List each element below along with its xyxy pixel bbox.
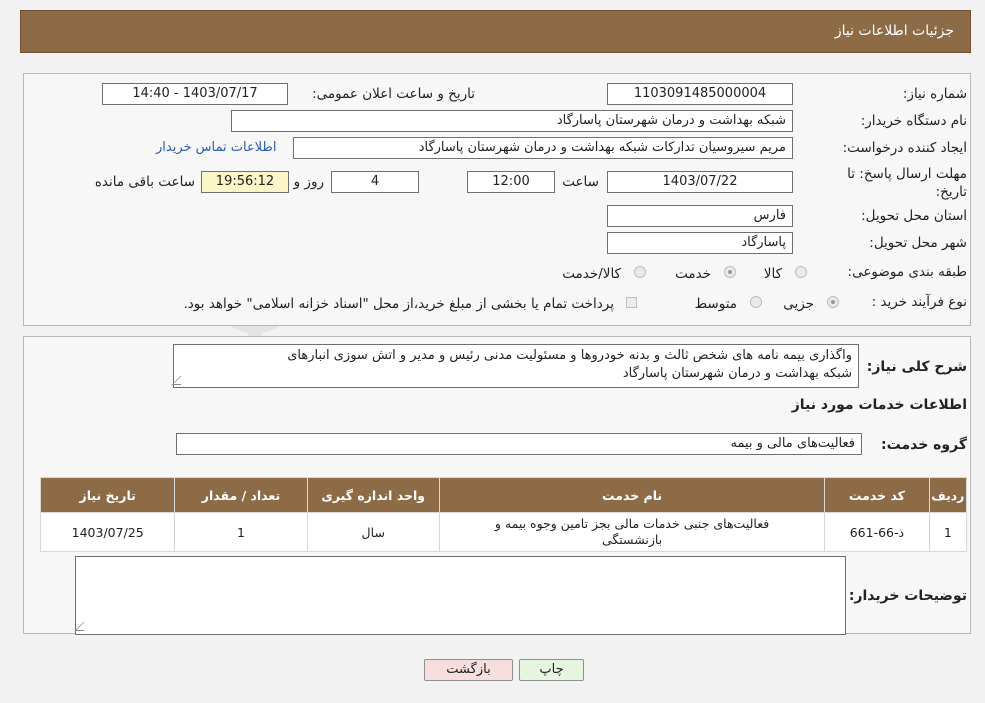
treasury-checkbox[interactable]	[626, 297, 637, 308]
category-label: طبقه بندی موضوعی:	[847, 264, 967, 280]
cell-name-line1: فعالیت‌های جنبی خدمات مالی بجز تامین وجو…	[494, 516, 770, 531]
city-field[interactable]: پاسارگاد	[607, 232, 793, 254]
col-header-date: تاریخ نیاز	[39, 477, 176, 513]
buyer-notes-label: توضیحات خریدار:	[848, 588, 967, 604]
announce-field[interactable]: 1403/07/17 - 14:40	[102, 83, 288, 105]
announce-label: تاریخ و ساعت اعلان عمومی:	[312, 86, 475, 102]
category-option-goods: کالا	[763, 266, 782, 282]
cell-code: ذ-66-661	[824, 512, 930, 552]
days-field[interactable]: 4	[331, 171, 419, 193]
buyer-notes-textarea[interactable]	[74, 556, 846, 635]
cell-name: فعالیت‌های جنبی خدمات مالی بجز تامین وجو…	[438, 512, 826, 552]
summary-text-line1: واگذاری بیمه نامه های شخص ثالث و بدنه خو…	[287, 348, 852, 363]
process-option-minor: جزیی	[783, 296, 814, 312]
process-option-medium: متوسط	[694, 296, 737, 312]
days-label: روز و	[293, 174, 324, 190]
cell-index: 1	[928, 512, 968, 552]
need-number-field[interactable]: 1103091485000004	[607, 83, 793, 105]
deadline-date-field[interactable]: 1403/07/22	[607, 171, 793, 193]
services-table: ردیف کد خدمت نام خدمت واحد اندازه گیری ت…	[39, 477, 968, 552]
table-header-row: ردیف کد خدمت نام خدمت واحد اندازه گیری ت…	[39, 477, 968, 513]
services-heading: اطلاعات خدمات مورد نیاز	[791, 397, 967, 413]
summary-label: شرح کلی نیاز:	[866, 359, 967, 375]
category-radio-service[interactable]	[724, 266, 736, 278]
treasury-note: پرداخت تمام یا بخشی از مبلغ خرید،از محل …	[183, 296, 614, 312]
col-header-qty: تعداد / مقدار	[174, 477, 308, 513]
print-button[interactable]: چاپ	[519, 659, 584, 681]
deadline-label-line1: مهلت ارسال پاسخ: تا	[847, 166, 967, 182]
province-field[interactable]: فارس	[607, 205, 793, 227]
table-row: 1 ذ-66-661 فعالیت‌های جنبی خدمات مالی بج…	[39, 512, 968, 552]
remaining-time-label: ساعت باقی مانده	[94, 174, 195, 190]
cell-date: 1403/07/25	[39, 512, 176, 552]
process-label: نوع فرآیند خرید :	[871, 294, 967, 310]
province-label: استان محل تحویل:	[861, 208, 967, 224]
category-radio-goods[interactable]	[795, 266, 807, 278]
need-number-label: شماره نیاز:	[902, 86, 967, 102]
service-group-field[interactable]: فعالیت‌های مالی و بیمه	[176, 433, 862, 455]
category-option-service: خدمت	[675, 266, 711, 282]
buyer-contact-link[interactable]: اطلاعات تماس خریدار	[156, 140, 276, 155]
deadline-label-line2: تاریخ:	[935, 184, 967, 200]
page-header: جزئیات اطلاعات نیاز	[20, 10, 971, 53]
creator-field[interactable]: مریم سیروسیان تداركات شبکه بهداشت و درما…	[293, 137, 793, 159]
col-header-name: نام خدمت	[438, 477, 826, 513]
cell-unit: سال	[306, 512, 440, 552]
category-radio-both[interactable]	[634, 266, 646, 278]
cell-qty: 1	[174, 512, 308, 552]
summary-text-line2: شبکه بهداشت و درمان شهرستان پاسارگاد	[622, 366, 852, 381]
back-button[interactable]: بازگشت	[424, 659, 513, 681]
col-header-code: کد خدمت	[824, 477, 930, 513]
category-option-both: کالا/خدمت	[562, 266, 621, 282]
buyer-org-label: نام دستگاه خریدار:	[860, 113, 967, 129]
notes-resize-grip-icon[interactable]	[74, 622, 93, 631]
process-radio-medium[interactable]	[750, 296, 762, 308]
city-label: شهر محل تحویل:	[869, 235, 967, 251]
deadline-time-field[interactable]: 12:00	[467, 171, 555, 193]
col-header-unit: واحد اندازه گیری	[306, 477, 440, 513]
buyer-org-field[interactable]: شبکه بهداشت و درمان شهرستان پاسارگاد	[231, 110, 793, 132]
deadline-time-label: ساعت	[562, 174, 599, 190]
col-header-index: ردیف	[928, 477, 968, 513]
summary-textarea[interactable]: واگذاری بیمه نامه های شخص ثالث و بدنه خو…	[171, 344, 859, 388]
page-title: جزئیات اطلاعات نیاز	[834, 23, 954, 39]
deadline-label: مهلت ارسال پاسخ: تا تاریخ:	[847, 165, 967, 201]
process-radio-minor[interactable]	[827, 296, 839, 308]
creator-label: ایجاد کننده درخواست:	[842, 140, 967, 156]
remaining-time-field[interactable]: 19:56:12	[201, 171, 289, 193]
cell-name-line2: بازنشستگی	[601, 532, 663, 547]
service-group-label: گروه خدمت:	[881, 437, 967, 453]
